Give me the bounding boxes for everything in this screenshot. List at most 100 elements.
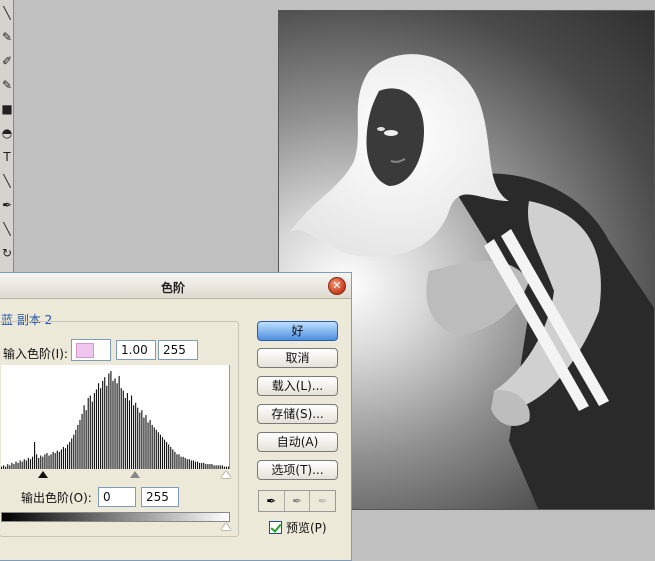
histogram-bar bbox=[36, 454, 38, 469]
save-button[interactable]: 存储(S)... bbox=[257, 404, 338, 424]
options-button[interactable]: 选项(T)... bbox=[257, 460, 338, 480]
histogram-bar bbox=[205, 464, 207, 469]
ok-button[interactable]: 好 bbox=[257, 321, 338, 341]
histogram-bar bbox=[182, 456, 184, 469]
gray-eyedropper-icon[interactable]: ✒ bbox=[285, 491, 311, 511]
cancel-button[interactable]: 取消 bbox=[257, 348, 338, 368]
gamma-slider[interactable] bbox=[130, 471, 140, 478]
preview-label: 预览(P) bbox=[286, 521, 327, 535]
histogram-bars bbox=[1, 371, 230, 470]
histogram-bar bbox=[139, 412, 141, 469]
histogram-bar bbox=[174, 451, 176, 469]
histogram-bar bbox=[149, 420, 151, 469]
histogram-bar bbox=[166, 442, 168, 469]
histogram-bar bbox=[201, 462, 203, 470]
histogram-bar bbox=[151, 424, 153, 469]
histogram-bar bbox=[56, 450, 58, 470]
input-gamma-field[interactable]: 1.00 bbox=[116, 340, 156, 360]
toolbox: ╲ ✎ ✐ ✎ ■ ◓ T ╲ ✒ ╲ ↻ bbox=[0, 0, 14, 272]
histogram-bar bbox=[207, 464, 209, 469]
histogram-bar bbox=[87, 397, 89, 469]
load-button[interactable]: 载入(L)... bbox=[257, 376, 338, 396]
rotate-icon[interactable]: ↻ bbox=[0, 242, 14, 264]
black-eyedropper-icon[interactable]: ✒ bbox=[259, 491, 285, 511]
input-black-field[interactable] bbox=[71, 339, 111, 361]
histogram-bar bbox=[58, 451, 60, 469]
histogram-bar bbox=[163, 439, 166, 469]
histogram-bar bbox=[190, 460, 192, 469]
output-slider[interactable] bbox=[1, 523, 231, 531]
dialog-title: 色阶 bbox=[160, 281, 185, 295]
histogram-bar bbox=[13, 464, 15, 469]
histogram-bar bbox=[192, 460, 194, 469]
histogram-bar bbox=[137, 407, 139, 469]
histogram-bar bbox=[75, 429, 77, 469]
histogram-bar bbox=[172, 449, 174, 469]
histogram-bar bbox=[71, 438, 73, 470]
eraser-icon[interactable]: ✎ bbox=[0, 74, 14, 96]
pen-icon[interactable]: ◓ bbox=[0, 122, 14, 144]
pencil-icon[interactable]: ✎ bbox=[0, 26, 14, 48]
histogram-bar bbox=[11, 462, 13, 470]
close-icon[interactable]: ✕ bbox=[328, 277, 346, 295]
histogram-bar bbox=[114, 378, 116, 469]
histogram-bar bbox=[141, 410, 143, 469]
histogram-bar bbox=[176, 454, 178, 469]
histogram-bar bbox=[31, 456, 34, 469]
histogram-bar bbox=[44, 454, 46, 469]
histogram-bar bbox=[159, 434, 161, 469]
output-black-field[interactable]: 0 bbox=[98, 487, 136, 507]
input-slider[interactable] bbox=[1, 471, 231, 479]
histogram-bar bbox=[199, 462, 201, 470]
white-point-slider[interactable] bbox=[221, 471, 231, 478]
histogram-bar bbox=[147, 422, 149, 469]
dialog-titlebar[interactable]: 色阶 ✕ bbox=[0, 273, 351, 299]
histogram-bar bbox=[211, 464, 213, 469]
histogram-bar bbox=[50, 454, 52, 469]
histogram-bar bbox=[153, 427, 155, 469]
clone-icon[interactable]: ✐ bbox=[0, 50, 14, 72]
histogram-bar bbox=[1, 466, 3, 469]
histogram-bar bbox=[161, 437, 164, 469]
auto-button[interactable]: 自动(A) bbox=[257, 432, 338, 452]
histogram-bar bbox=[34, 442, 36, 469]
eyedropper-group: ✒ ✒ ✒ bbox=[258, 490, 336, 512]
eyedropper-icon[interactable]: ✒ bbox=[0, 194, 14, 216]
black-point-slider[interactable] bbox=[38, 471, 48, 478]
gradient-icon[interactable]: ■ bbox=[0, 98, 14, 120]
histogram-bar bbox=[217, 465, 219, 469]
histogram-bar bbox=[9, 465, 11, 469]
histogram-bar bbox=[67, 444, 69, 469]
histogram-bar bbox=[25, 460, 27, 469]
histogram-bar bbox=[81, 413, 83, 470]
histogram-bar bbox=[54, 453, 56, 470]
preview-checkbox[interactable]: 预览(P) bbox=[269, 519, 327, 536]
magnify-icon[interactable]: ╲ bbox=[0, 218, 14, 240]
histogram-bar bbox=[219, 465, 221, 469]
histogram-bar bbox=[155, 429, 157, 469]
line-icon[interactable]: ╲ bbox=[0, 170, 14, 192]
histogram-bar bbox=[77, 424, 79, 469]
histogram-bar bbox=[73, 434, 75, 469]
input-white-field[interactable]: 255 bbox=[158, 340, 198, 360]
histogram-bar bbox=[69, 442, 71, 469]
histogram-bar bbox=[3, 465, 5, 469]
histogram-bar bbox=[186, 459, 188, 469]
histogram-bar bbox=[130, 395, 133, 469]
histogram-bar bbox=[194, 461, 197, 469]
histogram-bar bbox=[168, 444, 170, 469]
type-icon[interactable]: T bbox=[0, 146, 14, 168]
levels-dialog: 色阶 ✕ 蓝 副本 2 输入色阶(I): 1.00 255 输出色阶(O): 0… bbox=[0, 272, 352, 561]
histogram-bar bbox=[21, 461, 23, 469]
brush-icon[interactable]: ╲ bbox=[0, 2, 14, 24]
histogram-bar bbox=[5, 466, 7, 469]
histogram-bar bbox=[104, 377, 106, 470]
histogram-bar bbox=[46, 453, 48, 470]
checkbox-icon[interactable] bbox=[269, 521, 282, 534]
output-white-field[interactable]: 255 bbox=[141, 487, 179, 507]
white-eyedropper-icon[interactable]: ✒ bbox=[310, 491, 335, 511]
histogram-bar bbox=[225, 466, 227, 469]
histogram-bar bbox=[209, 464, 211, 469]
output-white-slider[interactable] bbox=[221, 523, 231, 530]
histogram-bar bbox=[122, 390, 124, 469]
